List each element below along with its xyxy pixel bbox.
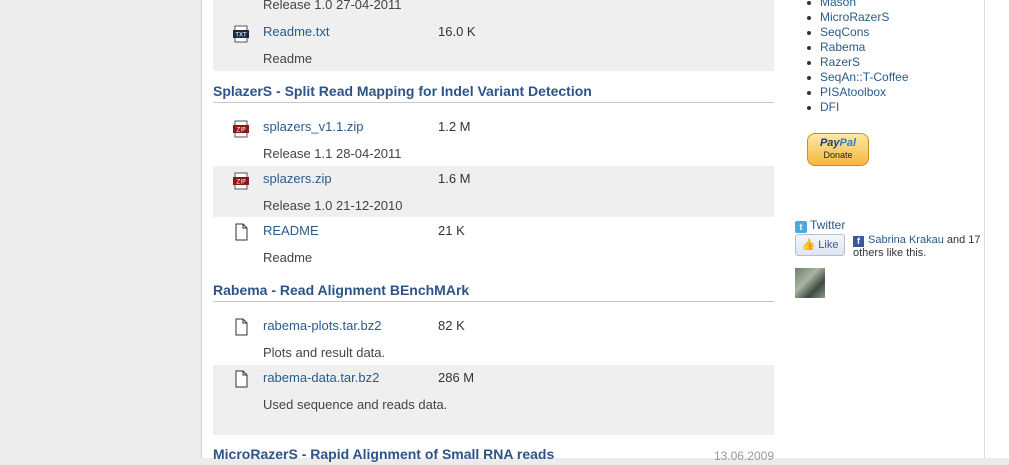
nav-item: SeqCons — [795, 25, 909, 40]
svg-text:TXT: TXT — [234, 32, 247, 39]
nav-item: SeqAn::T-Coffee — [795, 70, 909, 85]
section-title: Rabema - Read Alignment BEnchMArk — [213, 282, 774, 302]
file-description: Release 1.0 21-12-2010 — [263, 198, 403, 213]
blank-file-icon — [235, 318, 248, 336]
file-description: Release 1.1 28-04-2011 — [263, 146, 402, 161]
file-block: rabema-data.tar.bz2 286 M Used sequence … — [213, 365, 774, 435]
facebook-like-button[interactable]: 👍 Like — [795, 234, 845, 256]
svg-text:ZIP: ZIP — [236, 179, 246, 186]
file-description: Readme — [263, 250, 313, 265]
file-size: 1.2 M — [438, 119, 471, 134]
file-block: README 21 K Readme — [213, 218, 774, 270]
nav-link[interactable]: SeqAn::T-Coffee — [820, 70, 909, 84]
section-title: SplazerS - Split Read Mapping for Indel … — [213, 83, 774, 103]
zip-file-icon: ZIP — [233, 120, 249, 138]
page: Release 1.0 27-04-2011 TXT Readme.txt 16… — [201, 0, 1009, 463]
file-link[interactable]: splazers.zip — [263, 166, 332, 192]
nav-link[interactable]: PISAtoolbox — [820, 85, 886, 99]
section-title: MicroRazerS - Rapid Alignment of Small R… — [213, 446, 774, 465]
file-size: 1.6 M — [438, 171, 471, 186]
zip-file-icon: ZIP — [233, 172, 249, 190]
file-description: Plots and result data. — [263, 345, 386, 360]
nav-link[interactable]: Mason — [820, 0, 856, 9]
nav-link[interactable]: SeqCons — [820, 25, 869, 39]
file-size: 16.0 K — [438, 24, 476, 39]
file-description: Readme — [263, 51, 313, 66]
file-size: 82 K — [438, 318, 465, 333]
twitter-link[interactable]: t Twitter — [795, 218, 845, 233]
avatar[interactable] — [795, 268, 825, 298]
thumbs-up-icon: 👍 — [801, 239, 816, 251]
nav-link[interactable]: Rabema — [820, 40, 865, 54]
file-description: Used sequence and reads data. — [263, 397, 448, 412]
facebook-icon: f — [853, 236, 864, 247]
nav-link[interactable]: RazerS — [820, 55, 860, 69]
file-link[interactable]: Readme.txt — [263, 19, 329, 45]
svg-text:ZIP: ZIP — [236, 127, 246, 134]
nav-item: PISAtoolbox — [795, 85, 909, 100]
nav-item: RazerS — [795, 55, 909, 70]
section-title-text: MicroRazerS - Rapid Alignment of Small R… — [213, 446, 555, 462]
facebook-user-link[interactable]: Sabrina Krakau — [868, 234, 944, 246]
nav-item: MicroRazerS — [795, 10, 909, 25]
blank-file-icon — [235, 223, 248, 241]
twitter-icon: t — [795, 221, 807, 233]
file-block: rabema-plots.tar.bz2 82 K Plots and resu… — [213, 313, 774, 365]
paypal-logo: PayPal — [819, 137, 857, 149]
donate-label: Donate — [823, 150, 853, 160]
file-size: 21 K — [438, 223, 465, 238]
nav-item: DFI — [795, 100, 909, 115]
project-nav-list: Mason MicroRazerS SeqCons Rabema RazerS … — [795, 0, 909, 115]
paypal-donate-button[interactable]: PayPal Donate — [807, 133, 869, 166]
file-link[interactable]: README — [263, 218, 319, 244]
sidebar-divider — [984, 0, 985, 458]
file-size: 286 M — [438, 370, 475, 385]
file-block: ZIP splazers_v1.1.zip 1.2 M Release 1.1 … — [213, 114, 774, 166]
facebook-like-text: f Sabrina Krakau and 17 others like this. — [853, 234, 981, 259]
file-block: Release 1.0 27-04-2011 TXT Readme.txt 16… — [213, 0, 774, 71]
nav-item: Rabema — [795, 40, 909, 55]
nav-item: Mason — [795, 0, 909, 10]
file-link[interactable]: rabema-plots.tar.bz2 — [263, 313, 382, 339]
nav-link[interactable]: DFI — [820, 100, 839, 114]
txt-file-icon: TXT — [233, 25, 249, 43]
post-date: 13.06.2009 — [713, 449, 774, 463]
file-block: ZIP splazers.zip 1.6 M Release 1.0 21-12… — [213, 166, 774, 217]
file-link[interactable]: splazers_v1.1.zip — [263, 114, 363, 140]
file-link[interactable]: rabema-data.tar.bz2 — [263, 365, 379, 391]
nav-link[interactable]: MicroRazerS — [820, 10, 889, 24]
blank-file-icon — [235, 370, 248, 388]
